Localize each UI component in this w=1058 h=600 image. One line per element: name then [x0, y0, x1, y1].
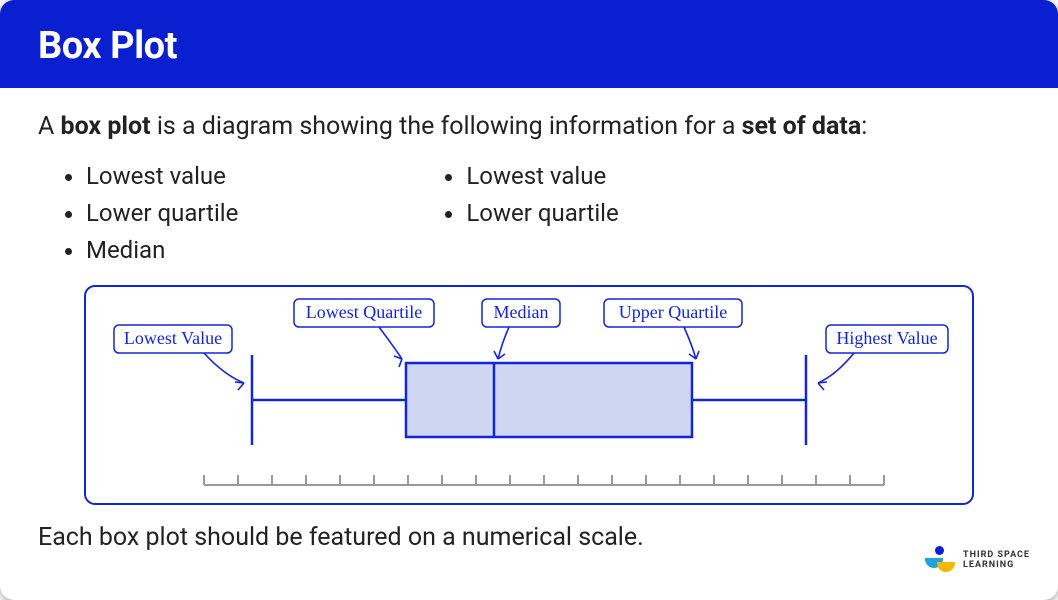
header-bar: Box Plot [0, 0, 1058, 88]
list-item: Lower quartile [86, 195, 238, 232]
intro-mid: is a diagram showing the following infor… [151, 112, 742, 141]
boxplot-body [252, 355, 806, 445]
logo-line2: LEARNING [963, 561, 1030, 571]
content-area: A box plot is a diagram showing the foll… [0, 88, 1058, 552]
list-item: Lowest value [86, 158, 238, 195]
intro-bold1: box plot [61, 112, 151, 141]
scale-axis [204, 475, 884, 485]
intro-bold2: set of data [742, 112, 862, 141]
list-item: Median [86, 232, 238, 269]
intro-prefix: A [38, 112, 61, 141]
bullet-columns: Lowest value Lower quartile Median Lowes… [58, 158, 1020, 270]
logo-text: THIRD SPACE LEARNING [963, 551, 1030, 571]
list-item: Lowest value [466, 158, 618, 195]
label-upper-quartile: Upper Quartile [619, 302, 727, 322]
arrow-head [235, 382, 244, 390]
label-lowest-value: Lowest Value [124, 328, 222, 348]
label-median: Median [494, 302, 549, 322]
arrow-path [204, 353, 244, 383]
intro-suffix: : [861, 112, 867, 141]
bullet-list-left: Lowest value Lower quartile Median [58, 158, 238, 270]
card: Box Plot A box plot is a diagram showing… [0, 0, 1058, 600]
boxplot-diagram: Lowest Value Lowest Quartile Median Uppe… [84, 285, 974, 509]
label-group: Lowest Value Lowest Quartile Median Uppe… [114, 299, 948, 353]
logo-icon [925, 546, 955, 576]
label-highest-value: Highest Value [836, 328, 937, 348]
arrow-path [818, 353, 854, 383]
footer-text: Each box plot should be featured on a nu… [38, 523, 1020, 552]
label-lowest-quartile: Lowest Quartile [306, 302, 422, 322]
arrow-path [379, 327, 402, 359]
list-item: Lower quartile [466, 195, 618, 232]
bullet-list-right: Lowest value Lower quartile [438, 158, 618, 270]
box-rect [406, 363, 692, 437]
intro-text: A box plot is a diagram showing the foll… [38, 110, 1020, 144]
brand-logo: THIRD SPACE LEARNING [925, 546, 1030, 576]
arrow-head [818, 382, 827, 390]
scale-ticks [204, 475, 884, 485]
page-title: Box Plot [38, 24, 1020, 68]
boxplot-svg: Lowest Value Lowest Quartile Median Uppe… [84, 285, 974, 505]
